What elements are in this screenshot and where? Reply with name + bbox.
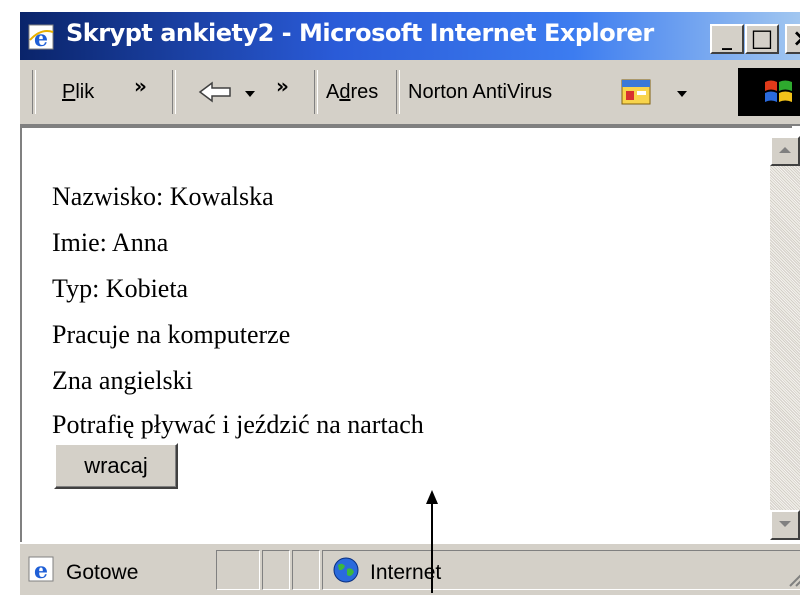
close-button[interactable]: × <box>785 24 800 54</box>
result-surname: Nazwisko: Kowalska <box>52 182 274 211</box>
status-bar: e Gotowe Internet <box>20 542 800 595</box>
scroll-down-button[interactable] <box>770 510 800 540</box>
ie-icon: e <box>26 22 56 52</box>
menu-file-label-rest: lik <box>75 81 95 103</box>
window-title: Skrypt ankiety2 - Microsoft Internet Exp… <box>66 19 654 47</box>
back-arrow-icon[interactable] <box>198 80 234 108</box>
address-label[interactable]: Adres <box>326 81 378 104</box>
svg-text:e: e <box>34 558 48 584</box>
address-label-start: A <box>326 81 340 103</box>
status-pane <box>216 550 260 590</box>
norton-antivirus-label[interactable]: Norton AntiVirus <box>408 81 552 104</box>
vertical-scrollbar[interactable] <box>770 136 800 540</box>
status-pane <box>262 550 290 590</box>
result-computer: Pracuje na komputerze <box>52 320 291 349</box>
result-skills: Potrafię pływać i jeździć na nartach <box>52 410 424 439</box>
menu-file-accel: P <box>62 81 76 103</box>
maximize-icon: □ <box>750 24 774 52</box>
toolbar: Plik » » Adres Norton AntiVirus <box>20 60 800 126</box>
page-icon: e <box>26 554 56 588</box>
globe-icon <box>332 556 360 588</box>
scroll-up-button[interactable] <box>770 136 800 166</box>
result-type: Typ: Kobieta <box>52 274 189 303</box>
back-dropdown-icon[interactable] <box>244 85 256 104</box>
toolbar-separator <box>172 70 176 114</box>
windows-logo-icon <box>762 76 796 112</box>
menu-file[interactable]: Plik <box>62 81 94 104</box>
close-icon: × <box>787 24 800 52</box>
address-label-rest: res <box>350 81 379 103</box>
toolbar-grip[interactable] <box>32 70 36 114</box>
pointer-arrow <box>426 490 438 593</box>
page-content: Nazwisko: Kowalska Imie: Anna Typ: Kobie… <box>20 126 792 542</box>
menu-overflow-chevron[interactable]: » <box>134 74 147 98</box>
result-first-name: Imie: Anna <box>52 228 169 257</box>
resize-grip-icon[interactable] <box>784 564 800 592</box>
address-label-accel: d <box>339 81 351 103</box>
status-text: Gotowe <box>66 561 139 584</box>
norton-icon[interactable] <box>620 76 654 112</box>
windows-throbber <box>738 68 800 116</box>
toolbar-separator <box>314 70 318 114</box>
maximize-button[interactable]: □ <box>745 24 779 54</box>
minimize-icon: _ <box>722 26 732 50</box>
back-button[interactable]: wracaj <box>54 443 178 489</box>
toolbar-separator <box>396 70 400 114</box>
scroll-down-icon <box>772 518 798 532</box>
svg-text:e: e <box>34 26 48 52</box>
result-english: Zna angielski <box>52 366 193 395</box>
minimize-button[interactable]: _ <box>710 24 744 54</box>
scroll-up-icon <box>772 144 798 158</box>
browser-window: e Skrypt ankiety2 - Microsoft Internet E… <box>0 0 800 595</box>
toolbar-overflow-chevron[interactable]: » <box>276 74 289 98</box>
status-pane <box>292 550 320 590</box>
title-bar[interactable]: e Skrypt ankiety2 - Microsoft Internet E… <box>20 10 800 62</box>
norton-dropdown-icon[interactable] <box>676 85 688 104</box>
